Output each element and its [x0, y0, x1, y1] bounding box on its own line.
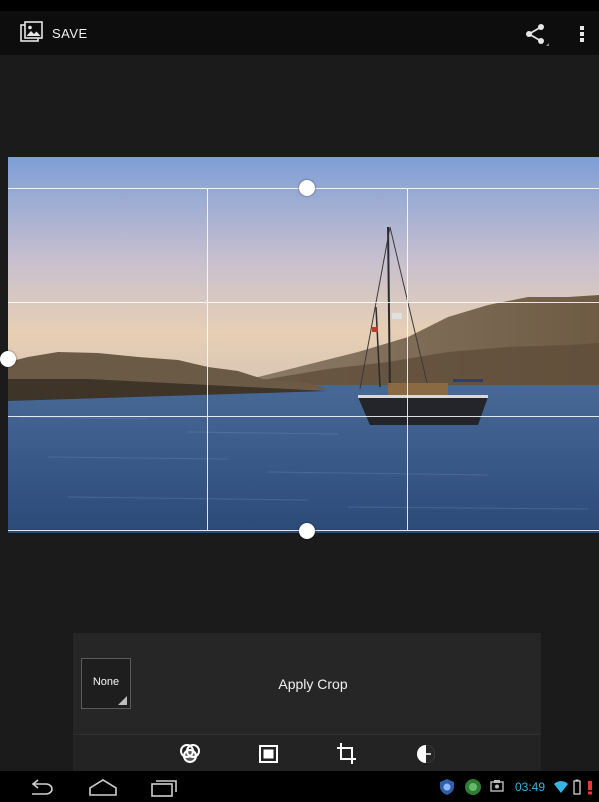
tool-bar: [73, 734, 541, 772]
crop-handle-left[interactable]: [0, 351, 16, 367]
back-icon[interactable]: [26, 775, 56, 799]
alert-icon: [588, 781, 592, 795]
overflow-menu-icon[interactable]: [573, 19, 591, 49]
security-app-icon: [465, 779, 481, 795]
action-bar: SAVE: [0, 11, 599, 55]
crop-icon[interactable]: [334, 741, 360, 767]
adjust-exposure-icon[interactable]: [413, 741, 439, 767]
battery-icon: [573, 779, 581, 795]
filters-icon[interactable]: [177, 741, 203, 767]
apply-crop-button[interactable]: Apply Crop: [223, 676, 403, 692]
frame-icon[interactable]: [256, 741, 282, 767]
crop-panel: None Apply Crop: [73, 633, 541, 771]
recent-apps-icon[interactable]: [148, 775, 180, 799]
crop-handle-top[interactable]: [299, 180, 315, 196]
crop-handle-bottom[interactable]: [299, 523, 315, 539]
home-icon[interactable]: [86, 775, 120, 799]
save-button[interactable]: SAVE: [0, 11, 96, 55]
photo-save-icon: [20, 21, 43, 42]
status-clock: 03:49: [515, 780, 546, 794]
save-label: SAVE: [52, 25, 88, 41]
shield-icon: [440, 779, 454, 795]
crop-options: None Apply Crop: [73, 633, 541, 734]
editor-canvas: [0, 55, 599, 633]
aspect-ratio-label: None: [92, 676, 120, 688]
aspect-ratio-button[interactable]: None: [81, 658, 131, 709]
system-nav-bar: 03:49: [0, 771, 599, 802]
wifi-icon: [554, 781, 568, 793]
share-icon[interactable]: [520, 19, 550, 49]
dropdown-corner-icon: [118, 696, 127, 705]
status-strip: [0, 0, 599, 11]
screenshot-icon: [490, 780, 504, 792]
photo-preview: [8, 157, 599, 533]
